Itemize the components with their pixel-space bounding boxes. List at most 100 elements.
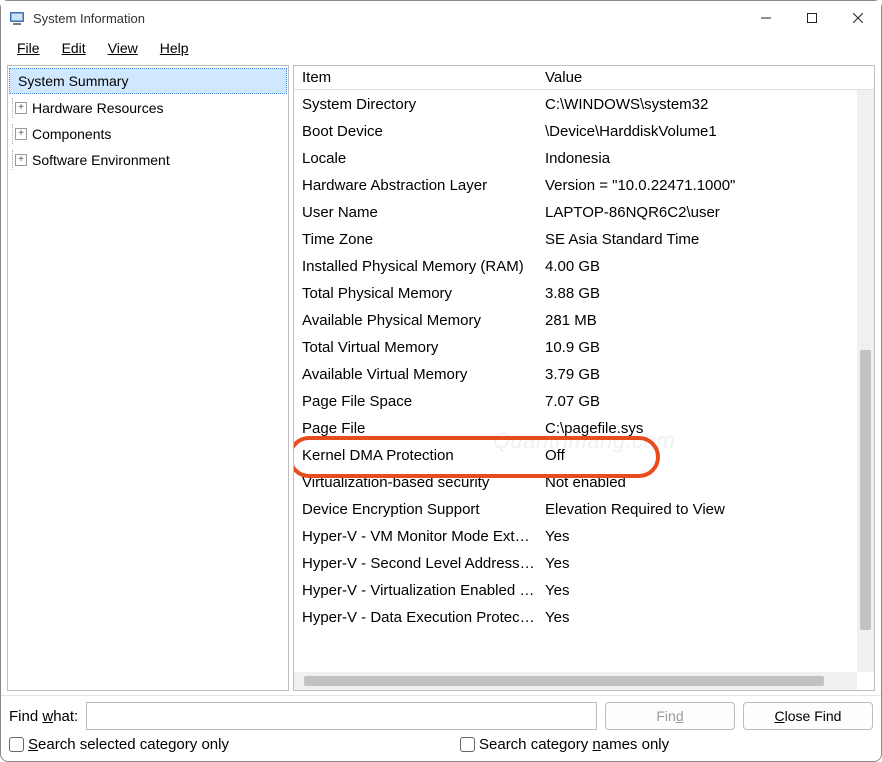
cell-value: Yes <box>545 577 857 604</box>
table-row[interactable]: LocaleIndonesia <box>294 145 857 172</box>
cell-item: Kernel DMA Protection <box>302 442 545 469</box>
checkbox-search-selected-category[interactable]: Search selected category only <box>9 736 229 753</box>
cell-item: Hardware Abstraction Layer <box>302 172 545 199</box>
cell-item: Device Encryption Support <box>302 496 545 523</box>
details-pane: Item Value System DirectoryC:\WINDOWS\sy… <box>293 65 875 691</box>
column-header-value[interactable]: Value <box>545 69 874 86</box>
cell-value: 3.79 GB <box>545 361 857 388</box>
cell-value: SE Asia Standard Time <box>545 226 857 253</box>
window-title: System Information <box>33 11 145 26</box>
table-row[interactable]: Hardware Abstraction LayerVersion = "10.… <box>294 172 857 199</box>
checkbox-search-category-names[interactable]: Search category names only <box>460 736 669 753</box>
cell-item: Locale <box>302 145 545 172</box>
cell-value: Not enabled <box>545 469 857 496</box>
table-row[interactable]: Virtualization-based securityNot enabled <box>294 469 857 496</box>
tree-pane: System Summary + Hardware Resources + Co… <box>7 65 289 691</box>
cell-item: Available Virtual Memory <box>302 361 545 388</box>
cell-value: C:\pagefile.sys <box>545 415 857 442</box>
cell-value: Yes <box>545 550 857 577</box>
cell-value: 4.00 GB <box>545 253 857 280</box>
details-header: Item Value <box>294 66 874 90</box>
scrollbar-thumb[interactable] <box>304 676 824 686</box>
table-row[interactable]: Kernel DMA ProtectionOff <box>294 442 857 469</box>
cell-value: Version = "10.0.22471.1000" <box>545 172 857 199</box>
menubar: File Edit View Help <box>1 35 881 61</box>
vertical-scrollbar[interactable] <box>857 90 874 672</box>
maximize-button[interactable] <box>789 1 835 35</box>
menu-edit[interactable]: Edit <box>52 38 96 58</box>
tree-item-label: Software Environment <box>32 149 170 171</box>
menu-view[interactable]: View <box>98 38 148 58</box>
table-row[interactable]: Page FileC:\pagefile.sys <box>294 415 857 442</box>
cell-value: Yes <box>545 523 857 550</box>
cell-value: LAPTOP-86NQR6C2\user <box>545 199 857 226</box>
tree-item-label: Components <box>32 123 111 145</box>
app-icon <box>9 10 25 26</box>
table-row[interactable]: Hyper-V - Second Level Address Translati… <box>294 550 857 577</box>
cell-value: C:\WINDOWS\system32 <box>545 91 857 118</box>
cell-value: 3.88 GB <box>545 280 857 307</box>
table-row[interactable]: Available Physical Memory281 MB <box>294 307 857 334</box>
tree-root-system-summary[interactable]: System Summary <box>9 68 287 94</box>
table-row[interactable]: Hyper-V - VM Monitor Mode ExtensionsYes <box>294 523 857 550</box>
cell-item: Hyper-V - Second Level Address Translati… <box>302 550 545 577</box>
menu-file[interactable]: File <box>7 38 50 58</box>
table-row[interactable]: Total Virtual Memory10.9 GB <box>294 334 857 361</box>
cell-item: Hyper-V - VM Monitor Mode Extensions <box>302 523 545 550</box>
find-input[interactable] <box>86 702 597 730</box>
table-row[interactable]: Boot Device\Device\HarddiskVolume1 <box>294 118 857 145</box>
table-row[interactable]: Available Virtual Memory3.79 GB <box>294 361 857 388</box>
tree-item-components[interactable]: + Components <box>8 121 288 147</box>
table-row[interactable]: Hyper-V - Data Execution ProtectionYes <box>294 604 857 631</box>
checkbox-box[interactable] <box>9 737 24 752</box>
tree-item-software-environment[interactable]: + Software Environment <box>8 147 288 173</box>
cell-value: Indonesia <box>545 145 857 172</box>
cell-item: Installed Physical Memory (RAM) <box>302 253 545 280</box>
details-body: System DirectoryC:\WINDOWS\system32Boot … <box>294 90 874 690</box>
cell-item: Hyper-V - Virtualization Enabled in Firm… <box>302 577 545 604</box>
tree-item-label: Hardware Resources <box>32 97 164 119</box>
expand-icon[interactable]: + <box>15 154 27 166</box>
cell-item: Boot Device <box>302 118 545 145</box>
cell-item: Page File Space <box>302 388 545 415</box>
cell-item: Available Physical Memory <box>302 307 545 334</box>
column-header-item[interactable]: Item <box>302 69 545 86</box>
cell-item: Total Virtual Memory <box>302 334 545 361</box>
expand-icon[interactable]: + <box>15 128 27 140</box>
table-row[interactable]: Total Physical Memory3.88 GB <box>294 280 857 307</box>
cell-value: \Device\HarddiskVolume1 <box>545 118 857 145</box>
cell-item: Virtualization-based security <box>302 469 545 496</box>
cell-item: Hyper-V - Data Execution Protection <box>302 604 545 631</box>
cell-item: Time Zone <box>302 226 545 253</box>
table-row[interactable]: Installed Physical Memory (RAM)4.00 GB <box>294 253 857 280</box>
scrollbar-thumb[interactable] <box>860 350 871 630</box>
table-row[interactable]: Device Encryption SupportElevation Requi… <box>294 496 857 523</box>
minimize-button[interactable] <box>743 1 789 35</box>
table-row[interactable]: Hyper-V - Virtualization Enabled in Firm… <box>294 577 857 604</box>
cell-item: System Directory <box>302 91 545 118</box>
cell-value: 10.9 GB <box>545 334 857 361</box>
table-row[interactable]: Page File Space7.07 GB <box>294 388 857 415</box>
cell-item: Page File <box>302 415 545 442</box>
table-row[interactable]: User NameLAPTOP-86NQR6C2\user <box>294 199 857 226</box>
close-find-button[interactable]: Close Find <box>743 702 873 730</box>
cell-value: 281 MB <box>545 307 857 334</box>
find-bar: Find what: Find Close Find Search select… <box>1 695 881 761</box>
table-row[interactable]: Time ZoneSE Asia Standard Time <box>294 226 857 253</box>
horizontal-scrollbar[interactable] <box>294 672 857 690</box>
cell-value: Elevation Required to View <box>545 496 857 523</box>
close-button[interactable] <box>835 1 881 35</box>
checkbox-box[interactable] <box>460 737 475 752</box>
find-button[interactable]: Find <box>605 702 735 730</box>
find-label: Find what: <box>9 708 78 725</box>
titlebar: System Information <box>1 1 881 35</box>
tree-item-hardware-resources[interactable]: + Hardware Resources <box>8 95 288 121</box>
cell-value: Off <box>545 442 857 469</box>
table-row[interactable]: System DirectoryC:\WINDOWS\system32 <box>294 91 857 118</box>
expand-icon[interactable]: + <box>15 102 27 114</box>
cell-value: 7.07 GB <box>545 388 857 415</box>
cell-value: Yes <box>545 604 857 631</box>
details-rows: System DirectoryC:\WINDOWS\system32Boot … <box>294 90 857 631</box>
menu-help[interactable]: Help <box>150 38 199 58</box>
cell-item: User Name <box>302 199 545 226</box>
